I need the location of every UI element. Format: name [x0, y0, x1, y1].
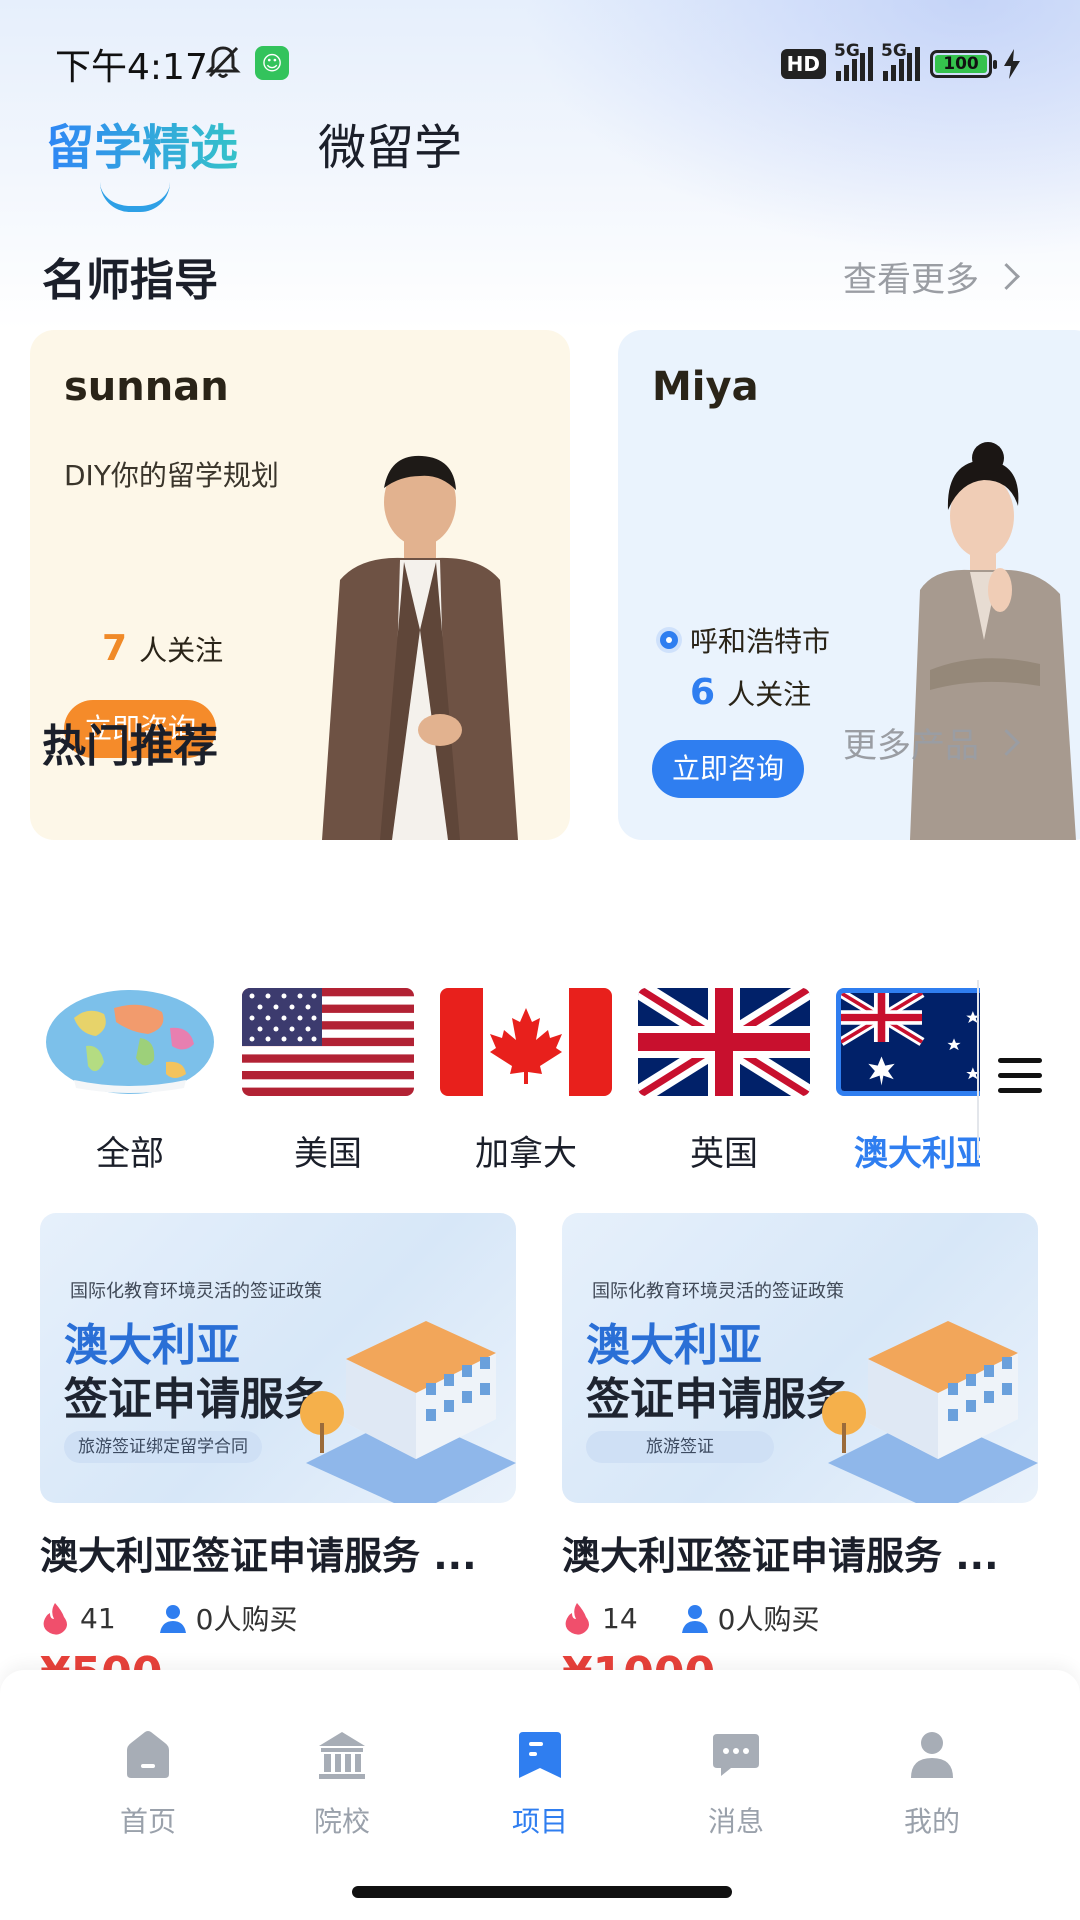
nav-label: 项目 [511, 1805, 568, 1838]
australia-flag-icon [836, 988, 980, 1096]
fire-icon [43, 1603, 67, 1635]
view-more-teachers-link[interactable]: 查看更多 [843, 252, 1020, 301]
message-icon [713, 1734, 759, 1776]
world-map-icon [44, 988, 216, 1096]
menu-icon[interactable] [998, 1058, 1042, 1098]
country-item-all[interactable]: 全部 [44, 988, 216, 1175]
status-bar: 下午4:17 ☺ HD 5G 5G 100 [0, 0, 1080, 110]
hot-count: 14 [602, 1601, 638, 1635]
nav-label: 首页 [119, 1805, 176, 1838]
banner-tag: 旅游签证绑定留学合同 [64, 1431, 262, 1463]
battery-icon: 100 [930, 50, 997, 78]
signal-icon: 5G [881, 41, 920, 81]
nav-label: 院校 [313, 1805, 370, 1838]
nav-label: 消息 [707, 1805, 764, 1838]
product-title: 澳大利亚签证申请服务 ... [562, 1534, 999, 1578]
canada-flag-icon [440, 988, 612, 1096]
mute-bell-icon [205, 46, 241, 78]
teacher-location: 呼和浩特市 [660, 620, 830, 660]
country-label: 澳大利亚 [854, 1134, 980, 1174]
hot-count: 41 [80, 1601, 116, 1635]
nav-home[interactable]: 首页 [88, 1728, 208, 1840]
profile-icon [911, 1732, 953, 1778]
bookmark-icon [519, 1732, 561, 1778]
status-time: 下午4:17 [55, 47, 208, 88]
fire-icon [565, 1603, 589, 1635]
country-label: 美国 [294, 1134, 362, 1174]
country-filter: 全部 美国 加拿大 英国 澳大利亚 [0, 988, 980, 1188]
hd-icon: HD [780, 49, 826, 79]
buyer-count: 0人购买 [195, 1603, 298, 1636]
user-icon [681, 1605, 708, 1633]
follower-unit: 人关注 [139, 634, 224, 667]
teacher-name: sunnan [64, 364, 229, 410]
more-products-label: 更多产品 [843, 726, 979, 766]
product-banner: 国际化教育环境灵活的签证政策 澳大利亚 签证申请服务 旅游签证绑定留学合同 [40, 1213, 516, 1503]
country-label: 加拿大 [475, 1134, 577, 1174]
user-icon [159, 1605, 186, 1633]
follower-count: 7 [102, 628, 128, 669]
buyer-count: 0人购买 [717, 1603, 820, 1636]
nav-profile[interactable]: 我的 [872, 1728, 992, 1840]
teacher-followers: 7 人关注 [102, 628, 223, 669]
follower-unit: 人关注 [727, 678, 812, 711]
view-more-label: 查看更多 [843, 260, 979, 300]
location-label: 呼和浩特市 [690, 625, 831, 658]
banner-tag: 旅游签证 [586, 1431, 774, 1463]
product-banner: 国际化教育环境灵活的签证政策 澳大利亚 签证申请服务 旅游签证 [562, 1213, 1038, 1503]
consult-button[interactable]: 立即咨询 [652, 740, 805, 798]
building-illustration [300, 1321, 516, 1503]
bottom-navigation: 首页 院校 项目 消息 我的 [0, 1670, 1080, 1920]
app-notification-icon: ☺ [255, 46, 289, 80]
banner-kicker: 国际化教育环境灵活的签证政策 [592, 1281, 844, 1302]
building-illustration [822, 1321, 1038, 1503]
banner-kicker: 国际化教育环境灵活的签证政策 [70, 1281, 322, 1302]
home-icon [127, 1731, 169, 1778]
country-item-australia[interactable]: 澳大利亚 [836, 988, 980, 1175]
product-card[interactable]: 国际化教育环境灵活的签证政策 澳大利亚 签证申请服务 旅游签证绑定留学合同 澳大… [40, 1213, 516, 1674]
location-pin-icon [660, 631, 678, 649]
follower-count: 6 [690, 672, 716, 713]
teacher-followers: 6 人关注 [690, 672, 811, 713]
product-title: 澳大利亚签证申请服务 ... [40, 1534, 477, 1578]
teacher-name: Miya [652, 364, 759, 410]
more-products-link[interactable]: 更多产品 [843, 718, 1020, 767]
filter-divider [977, 980, 979, 1160]
uk-flag-icon [638, 988, 810, 1096]
signal-icon: 5G [834, 41, 873, 81]
product-stats: 41 0人购买 [40, 1598, 516, 1638]
chevron-right-icon [993, 729, 1020, 756]
nav-projects[interactable]: 项目 [480, 1728, 600, 1840]
country-item-usa[interactable]: 美国 [242, 988, 414, 1175]
hot-section-title: 热门推荐 [42, 721, 218, 772]
teacher-description: DIY你的留学规划 [64, 459, 279, 492]
teachers-section-title: 名师指导 [42, 255, 218, 306]
country-label: 英国 [690, 1134, 758, 1174]
home-indicator[interactable] [352, 1886, 732, 1898]
nav-school[interactable]: 院校 [282, 1728, 402, 1840]
usa-flag-icon [242, 988, 414, 1096]
teacher-photo [322, 455, 518, 840]
status-indicators: HD 5G 5G 100 [780, 41, 1022, 84]
country-item-uk[interactable]: 英国 [638, 988, 810, 1175]
chevron-right-icon [993, 263, 1020, 290]
nav-messages[interactable]: 消息 [676, 1728, 796, 1840]
charging-icon [1004, 49, 1020, 79]
product-card[interactable]: 国际化教育环境灵活的签证政策 澳大利亚 签证申请服务 旅游签证 澳大利亚签证申请… [562, 1213, 1038, 1674]
country-label: 全部 [96, 1134, 164, 1174]
school-icon [319, 1732, 365, 1779]
product-stats: 14 0人购买 [562, 1598, 1038, 1638]
teacher-photo [910, 442, 1076, 840]
tab-study-abroad-picks[interactable]: 留学精选 [46, 108, 238, 178]
nav-label: 我的 [903, 1805, 960, 1838]
tab-micro-study[interactable]: 微留学 [318, 108, 462, 178]
country-item-canada[interactable]: 加拿大 [440, 988, 612, 1175]
